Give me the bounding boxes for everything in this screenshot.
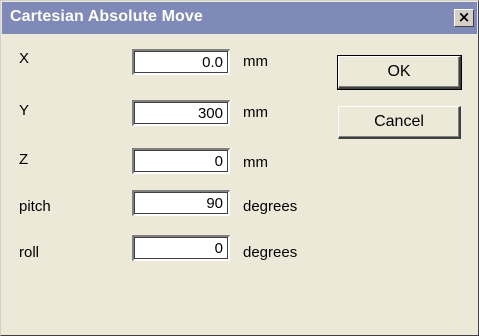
pitch-field[interactable]: 90 <box>132 190 230 216</box>
x-label: X <box>19 50 30 67</box>
pitch-label: pitch <box>19 198 51 215</box>
roll-unit: degrees <box>243 244 298 261</box>
z-unit: mm <box>243 154 268 171</box>
z-field[interactable]: 0 <box>132 148 230 174</box>
cartesian-absolute-move-dialog: Cartesian Absolute Move × X 0.0 mm Y 300… <box>0 0 479 336</box>
close-button[interactable]: × <box>454 9 474 27</box>
cancel-button[interactable]: Cancel <box>338 106 461 139</box>
window-title: Cartesian Absolute Move <box>10 8 203 25</box>
x-unit: mm <box>243 53 268 70</box>
y-unit: mm <box>243 104 268 121</box>
title-bar[interactable]: Cartesian Absolute Move × <box>2 2 477 34</box>
dialog-body: X 0.0 mm Y 300 mm Z 0 mm pitch 90 degree… <box>2 34 477 334</box>
pitch-unit: degrees <box>243 198 298 215</box>
z-label: Z <box>19 151 29 168</box>
close-icon: × <box>457 8 471 26</box>
y-field[interactable]: 300 <box>132 100 230 126</box>
x-field[interactable]: 0.0 <box>132 49 230 75</box>
roll-label: roll <box>19 244 40 261</box>
ok-button[interactable]: OK <box>337 55 462 90</box>
roll-field[interactable]: 0 <box>132 235 230 261</box>
y-label: Y <box>19 102 30 119</box>
